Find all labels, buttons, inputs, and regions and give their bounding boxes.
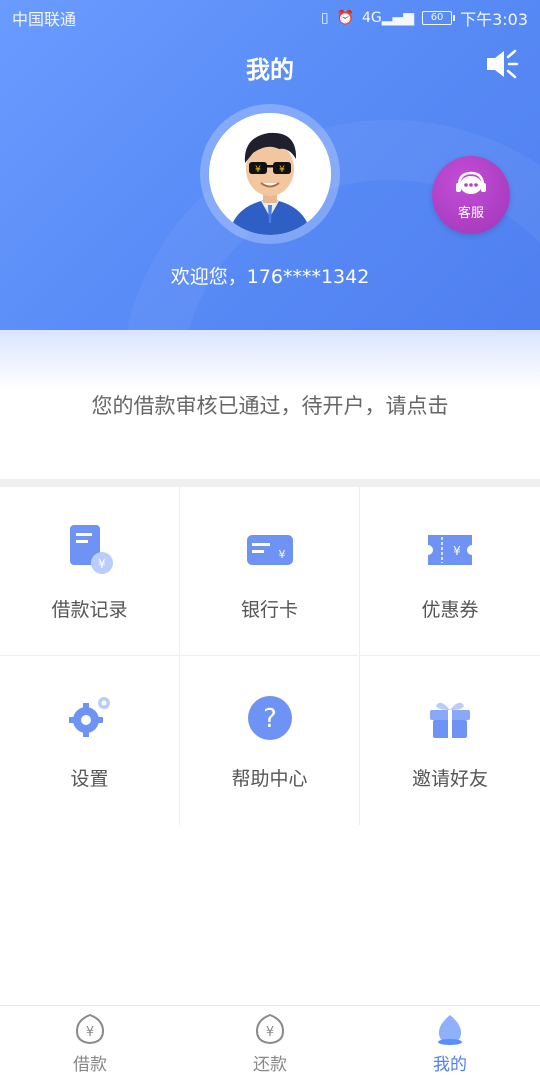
menu-label: 设置 — [70, 768, 109, 790]
battery-icon: 60 — [422, 11, 456, 25]
clock: 下午3:03 — [460, 10, 528, 29]
menu-label: 优惠券 — [421, 598, 479, 621]
status-bar: 中国联通 ▯ ⏰ 4G▂▄▆ 60 下午3:03 — [0, 0, 540, 36]
settings-icon — [68, 697, 110, 737]
svg-text:¥: ¥ — [279, 165, 285, 175]
vibrate-icon: ▯ — [320, 10, 329, 26]
avatar[interactable]: ¥ ¥ — [209, 113, 331, 235]
speaker-icon[interactable] — [484, 46, 520, 82]
repay-icon: ¥ — [255, 1013, 285, 1044]
loan-record-icon: ¥ — [69, 524, 113, 574]
bank-card-icon: ¥ — [246, 534, 293, 565]
bottom-tab-bar: ¥ 借款 ¥ 还款 我的 — [0, 1005, 540, 1080]
tab-label: 我的 — [433, 1054, 467, 1075]
section-divider — [0, 479, 540, 487]
menu-loan-record[interactable]: ¥ 借款记录 — [0, 487, 180, 656]
menu-coupon[interactable]: ¥ 优惠券 — [360, 487, 540, 656]
headset-icon — [456, 171, 486, 194]
menu-label: 银行卡 — [240, 598, 298, 621]
profile-icon — [438, 1014, 462, 1045]
page-title: 我的 — [246, 56, 294, 84]
avatar-illustration: ¥ ¥ — [209, 113, 331, 235]
menu-bank-card[interactable]: ¥ 银行卡 — [180, 487, 360, 656]
menu-help-center[interactable]: ? 帮助中心 — [180, 656, 360, 825]
welcome-text: 欢迎您，176****1342 — [170, 266, 370, 288]
loan-icon: ¥ — [75, 1013, 105, 1044]
tab-label: 借款 — [73, 1054, 107, 1075]
tab-loan[interactable]: ¥ 借款 — [0, 1006, 180, 1080]
gift-icon — [430, 702, 470, 738]
tab-mine[interactable]: 我的 — [360, 1006, 540, 1080]
signal-icon: 4G▂▄▆ — [361, 10, 415, 26]
customer-service-label: 客服 — [457, 205, 484, 221]
svg-text:?: ? — [263, 704, 277, 734]
tab-repay[interactable]: ¥ 还款 — [180, 1006, 360, 1080]
svg-text:¥: ¥ — [266, 1025, 274, 1040]
alarm-icon: ⏰ — [336, 10, 354, 26]
coupon-icon: ¥ — [428, 534, 472, 565]
menu-invite-friends[interactable]: 邀请好友 — [360, 656, 540, 825]
loan-status-notice[interactable]: 您的借款审核已通过，待开户，请点击 — [0, 390, 540, 420]
network-type: 4G — [361, 10, 382, 26]
svg-text:¥: ¥ — [86, 1025, 94, 1040]
menu-label: 帮助中心 — [231, 768, 308, 790]
header-fade — [0, 330, 540, 390]
svg-text:¥: ¥ — [453, 544, 461, 558]
carrier-name: 中国联通 — [12, 10, 77, 29]
svg-text:¥: ¥ — [98, 557, 106, 571]
menu-label: 邀请好友 — [411, 768, 488, 790]
svg-text:¥: ¥ — [255, 165, 261, 175]
tab-label: 还款 — [253, 1054, 287, 1075]
help-icon: ? — [247, 696, 292, 740]
menu-settings[interactable]: 设置 — [0, 656, 180, 825]
menu-grid: ¥ 借款记录 ¥ 银行卡 ¥ 优惠券 设置 ? 帮助中心 邀请好友 — [0, 487, 540, 825]
customer-service-button[interactable]: 客服 — [432, 156, 510, 234]
menu-label: 借款记录 — [51, 598, 128, 621]
avatar-ring[interactable]: ¥ ¥ — [200, 104, 340, 244]
svg-text:¥: ¥ — [278, 548, 285, 561]
